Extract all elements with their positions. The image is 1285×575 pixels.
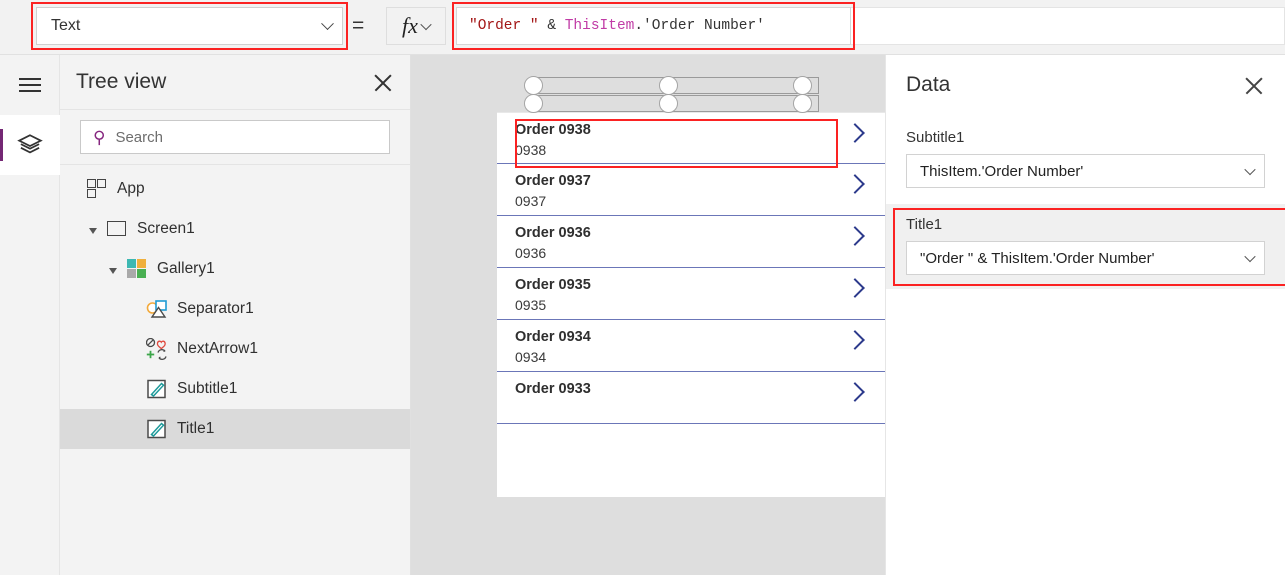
tree-item-subtitle1[interactable]: Subtitle1 — [60, 369, 410, 409]
chevron-down-icon — [321, 16, 334, 30]
app-canvas: Order 0938 0938 Order 0937 0937 Order 09… — [411, 55, 885, 575]
gallery-icon — [126, 258, 148, 280]
tree-view-panel: Tree view ⚲ Search App Screen1 Gallery1 … — [60, 55, 411, 575]
expand-caret-icon[interactable] — [109, 268, 117, 274]
app-icon — [86, 178, 108, 200]
formula-bar-wrap: "Order " & ThisItem .'Order Number' — [456, 7, 851, 45]
data-panel: Data Subtitle1 ThisItem.'Order Number' T… — [885, 55, 1285, 575]
chevron-down-icon — [1244, 163, 1256, 176]
data-field-subtitle1: Subtitle1 ThisItem.'Order Number' — [886, 129, 1285, 188]
gallery-row[interactable]: Order 0935 0935 — [497, 268, 885, 320]
tree-view-title: Tree view — [76, 70, 167, 93]
formula-bar-extension[interactable] — [851, 7, 1285, 45]
chevron-down-icon — [420, 18, 432, 31]
gallery-row[interactable]: Order 0937 0937 — [497, 164, 885, 216]
gallery-row-subtitle: 0934 — [515, 349, 547, 365]
chevron-down-icon — [1244, 250, 1256, 263]
nextarrow-icon — [145, 337, 168, 360]
tree-item-label: App — [117, 180, 145, 197]
close-icon[interactable] — [372, 72, 394, 94]
search-placeholder: Search — [115, 128, 163, 146]
tree-item-list: App Screen1 Gallery1 Separator1 NextArro… — [60, 165, 410, 449]
tree-item-separator1[interactable]: Separator1 — [60, 289, 410, 329]
formula-toolbar: Text = fx "Order " & ThisItem .'Order Num… — [0, 0, 1285, 55]
tree-item-title1[interactable]: Title1 — [60, 409, 410, 449]
formula-token-string: "Order " — [469, 18, 539, 34]
app-screen-preview[interactable]: Order 0938 0938 Order 0937 0937 Order 09… — [497, 112, 885, 497]
hamburger-menu-button[interactable] — [0, 55, 60, 115]
gallery-row-subtitle: 0938 — [515, 142, 547, 158]
property-selector-wrap: Text — [36, 7, 343, 45]
power-apps-studio: Text = fx "Order " & ThisItem .'Order Num… — [0, 0, 1285, 575]
left-icon-rail — [0, 55, 60, 575]
layers-icon — [17, 134, 43, 154]
tree-view-toggle-button[interactable] — [0, 115, 60, 175]
resize-handle[interactable] — [659, 94, 678, 113]
data-field-dropdown[interactable]: "Order " & ThisItem.'Order Number' — [906, 241, 1265, 275]
tree-item-label: NextArrow1 — [177, 340, 258, 357]
screen-icon — [106, 218, 128, 240]
close-icon[interactable] — [1243, 75, 1265, 97]
resize-handle[interactable] — [793, 76, 812, 95]
fx-icon: fx — [402, 13, 418, 38]
data-field-label: Subtitle1 — [906, 129, 965, 146]
gallery-row-title: Order 0938 — [515, 122, 591, 138]
formula-token-identifier: ThisItem — [564, 18, 635, 34]
gallery-row-title: Order 0933 — [515, 381, 591, 397]
gallery-row-subtitle: 0936 — [515, 245, 547, 261]
tree-item-label: Title1 — [177, 420, 215, 437]
gallery-row-subtitle: 0937 — [515, 193, 547, 209]
property-selector[interactable]: Text — [36, 7, 343, 45]
data-field-value: ThisItem.'Order Number' — [920, 162, 1084, 180]
tree-item-app[interactable]: App — [60, 169, 410, 209]
gallery-row[interactable]: Order 0933 — [497, 372, 885, 424]
gallery-row-title: Order 0936 — [515, 225, 591, 241]
hamburger-icon — [19, 77, 41, 93]
equals-sign: = — [352, 14, 365, 37]
gallery-row[interactable]: Order 0934 0934 — [497, 320, 885, 372]
resize-handle[interactable] — [793, 94, 812, 113]
data-field-label: Title1 — [906, 216, 943, 233]
gallery-row[interactable]: Order 0936 0936 — [497, 216, 885, 268]
tree-search-row: ⚲ Search — [60, 110, 410, 165]
formula-token-operator: & — [538, 18, 565, 34]
expand-caret-icon[interactable] — [89, 228, 97, 234]
fx-button[interactable]: fx — [386, 7, 446, 45]
gallery-row[interactable]: Order 0938 0938 — [497, 112, 885, 164]
gallery-row-title: Order 0934 — [515, 329, 591, 345]
data-panel-title: Data — [906, 73, 951, 96]
gallery-row-subtitle: 0935 — [515, 297, 547, 313]
tree-item-nextarrow1[interactable]: NextArrow1 — [60, 329, 410, 369]
tree-item-label: Screen1 — [137, 220, 195, 237]
formula-token-property: .'Order Number' — [634, 18, 765, 34]
data-panel-header: Data — [886, 55, 1285, 115]
data-field-title1: Title1 "Order " & ThisItem.'Order Number… — [886, 204, 1285, 289]
resize-handle[interactable] — [524, 94, 543, 113]
data-field-dropdown[interactable]: ThisItem.'Order Number' — [906, 154, 1265, 188]
tree-item-screen1[interactable]: Screen1 — [60, 209, 410, 249]
search-input[interactable]: ⚲ Search — [80, 120, 390, 154]
tree-item-label: Gallery1 — [157, 260, 215, 277]
property-selector-value: Text — [51, 17, 81, 34]
tree-item-label: Subtitle1 — [177, 380, 238, 397]
label-icon — [146, 378, 168, 400]
formula-input[interactable]: "Order " & ThisItem .'Order Number' — [456, 7, 851, 45]
tree-view-header: Tree view — [60, 55, 410, 110]
data-field-value: "Order " & ThisItem.'Order Number' — [920, 249, 1155, 267]
tree-item-label: Separator1 — [177, 300, 254, 317]
tree-item-gallery1[interactable]: Gallery1 — [60, 249, 410, 289]
separator-icon — [146, 298, 168, 320]
gallery-row-title: Order 0935 — [515, 277, 591, 293]
gallery-row-title: Order 0937 — [515, 173, 591, 189]
resize-handle[interactable] — [524, 76, 543, 95]
resize-handle[interactable] — [659, 76, 678, 95]
label-icon — [146, 418, 168, 440]
search-icon: ⚲ — [93, 127, 106, 147]
